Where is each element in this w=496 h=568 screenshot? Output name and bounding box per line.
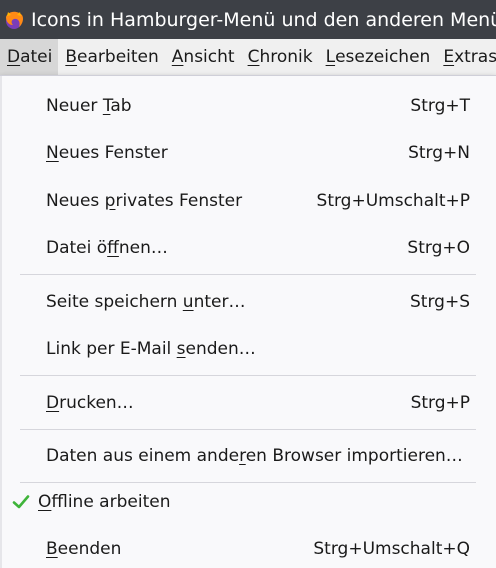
firefox-icon	[6, 11, 23, 29]
menubar-item-datei[interactable]: Datei	[0, 39, 59, 75]
menu-item-shortcut: Strg+Umschalt+P	[316, 191, 470, 211]
menu-separator	[20, 375, 476, 376]
menubar-item-extras[interactable]: Extras	[436, 39, 496, 75]
menu-item-new-window[interactable]: Neues Fenster Strg+N	[0, 131, 496, 175]
menu-item-label: Neues privates Fenster	[46, 191, 243, 211]
menubar-accel-key: B	[65, 47, 78, 67]
menu-item-work-offline[interactable]: Offline arbeiten	[0, 480, 496, 524]
menubar-label-rest: earbeiten	[77, 47, 159, 67]
menu-item-shortcut: Strg+N	[408, 143, 470, 163]
menubar-item-lesezeichen[interactable]: Lesezeichen	[319, 39, 437, 75]
menu-item-new-tab[interactable]: Neuer Tab Strg+T	[0, 84, 496, 128]
menu-item-shortcut: Strg+O	[407, 238, 470, 258]
window-titlebar: Icons in Hamburger-Menü und den anderen …	[0, 0, 496, 39]
menu-item-label: Link per E-Mail senden…	[46, 339, 256, 359]
menu-item-open-file[interactable]: Datei öffnen… Strg+O	[0, 226, 496, 270]
menu-item-label: Offline arbeiten	[38, 492, 171, 512]
menu-item-shortcut: Strg+Umschalt+Q	[313, 539, 470, 559]
menubar-accel-key: E	[443, 47, 455, 67]
menubar-item-ansicht[interactable]: Ansicht	[165, 39, 241, 75]
menu-item-label: Datei öffnen…	[46, 238, 168, 258]
menu-item-label: Seite speichern unter…	[46, 292, 246, 312]
menubar-label-rest: atei	[20, 47, 53, 67]
menubar-label-rest: xtras	[454, 47, 496, 67]
menu-separator	[20, 274, 476, 275]
menu-item-label: Drucken…	[46, 393, 134, 413]
menu-item-print[interactable]: Drucken… Strg+P	[0, 381, 496, 425]
file-menu-dropdown: Neuer Tab Strg+T Neues Fenster Strg+N Ne…	[0, 75, 496, 568]
menubar-accel-key: D	[7, 47, 21, 67]
menubar-accel-key: L	[325, 47, 336, 67]
menu-item-label: Neues Fenster	[46, 143, 168, 163]
menu-item-import-browser-data[interactable]: Daten aus einem anderen Browser importie…	[0, 434, 496, 478]
menubar-item-chronik[interactable]: Chronik	[241, 39, 319, 75]
menubar: Datei Bearbeiten Ansicht Chronik Lesezei…	[0, 39, 496, 75]
menu-item-label: Daten aus einem anderen Browser importie…	[46, 446, 463, 466]
menu-item-label: Beenden	[46, 539, 122, 559]
checkmark-icon	[10, 491, 32, 513]
menubar-item-bearbeiten[interactable]: Bearbeiten	[58, 39, 164, 75]
menu-item-new-private-window[interactable]: Neues privates Fenster Strg+Umschalt+P	[0, 179, 496, 223]
menu-separator	[20, 429, 476, 430]
menubar-label-rest: nsicht	[183, 47, 235, 67]
menu-item-shortcut: Strg+P	[410, 393, 470, 413]
menu-item-shortcut: Strg+S	[410, 292, 470, 312]
menubar-label-rest: hronik	[259, 47, 313, 67]
menu-item-label: Neuer Tab	[46, 96, 132, 116]
menubar-accel-key: A	[171, 47, 184, 67]
menu-item-shortcut: Strg+T	[410, 96, 470, 116]
menubar-accel-key: C	[247, 47, 260, 67]
menubar-label-rest: esezeichen	[335, 47, 431, 67]
menu-item-email-link[interactable]: Link per E-Mail senden…	[0, 327, 496, 371]
menu-item-quit[interactable]: Beenden Strg+Umschalt+Q	[0, 527, 496, 568]
window-title: Icons in Hamburger-Menü und den anderen …	[31, 8, 496, 31]
menu-item-save-page-as[interactable]: Seite speichern unter… Strg+S	[0, 280, 496, 324]
